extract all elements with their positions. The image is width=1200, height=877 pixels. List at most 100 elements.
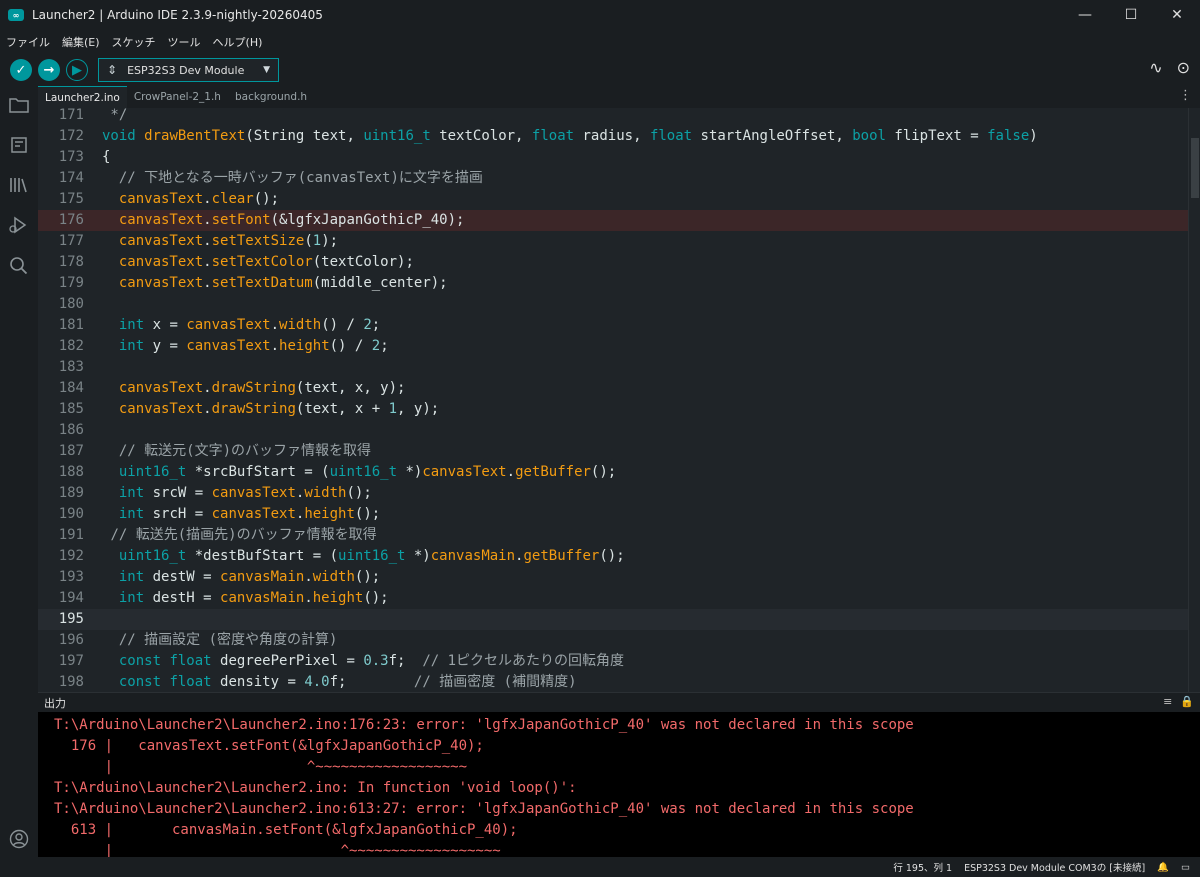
code-line[interactable]: 192 uint16_t *destBufStart = (uint16_t *… [38, 546, 1188, 567]
code-text: int y = canvasText.height() / 2; [118, 338, 389, 354]
line-number: 186 [58, 422, 84, 438]
check-icon: ✓ [15, 62, 27, 78]
notification-icon[interactable]: 🔔 [1157, 862, 1169, 873]
debug-icon[interactable] [8, 214, 30, 236]
menu-sketch[interactable]: スケッチ [112, 34, 156, 50]
code-text: canvasText.setFont(&lgfxJapanGothicP_40)… [118, 212, 465, 228]
code-line[interactable]: 194 int destH = canvasMain.height(); [38, 588, 1188, 609]
code-line[interactable]: 175 canvasText.clear(); [38, 189, 1188, 210]
code-line[interactable]: 198 const float density = 4.0f; // 描画密度 … [38, 672, 1188, 692]
code-text: canvasText.drawString(text, x, y); [118, 380, 406, 396]
code-text: const float degreePerPixel = 0.3f; // 1ピ… [118, 653, 625, 669]
line-number: 181 [58, 317, 84, 333]
more-icon[interactable]: ⋮ [1179, 88, 1192, 103]
output-title: 出力 [44, 696, 66, 710]
code-line[interactable]: 183 [38, 357, 1188, 378]
debug-button[interactable]: ▶ [66, 59, 88, 81]
code-line[interactable]: 187 // 転送元(文字)のバッファ情報を取得 [38, 441, 1188, 462]
clear-output-icon[interactable]: ≡ [1163, 695, 1172, 708]
code-line[interactable]: 186 [38, 420, 1188, 441]
serial-plotter-icon[interactable]: ∿ [1149, 58, 1162, 77]
code-line[interactable]: 188 uint16_t *srcBufStart = (uint16_t *)… [38, 462, 1188, 483]
code-line[interactable]: 178 canvasText.setTextColor(textColor); [38, 252, 1188, 273]
code-line[interactable]: 191 // 転送先(描画先)のバッファ情報を取得 [38, 525, 1188, 546]
search-icon[interactable] [8, 254, 30, 276]
line-number: 175 [58, 191, 84, 207]
line-number: 172 [58, 128, 84, 144]
code-line[interactable]: 174 // 下地となる一時バッファ(canvasText)に文字を描画 [38, 168, 1188, 189]
line-number: 177 [58, 233, 84, 249]
line-number: 197 [58, 653, 84, 669]
code-line[interactable]: 193 int destW = canvasMain.width(); [38, 567, 1188, 588]
activity-bar [0, 86, 38, 857]
code-text: canvasText.drawString(text, x + 1, y); [118, 401, 440, 417]
library-icon[interactable] [8, 174, 30, 196]
code-text: */ [102, 108, 128, 123]
code-line[interactable]: 173 { [38, 147, 1188, 168]
tab-crowpanel-h[interactable]: CrowPanel-2_1.h [126, 86, 228, 108]
line-number: 174 [58, 170, 84, 186]
code-line[interactable]: 190 int srcH = canvasText.height(); [38, 504, 1188, 525]
serial-monitor-icon[interactable]: ⊙ [1177, 58, 1190, 77]
arduino-logo-icon: ∞ [8, 9, 24, 21]
code-line[interactable]: 196 // 描画設定 (密度や角度の計算) [38, 630, 1188, 651]
code-line[interactable]: 172 void drawBentText(String text, uint16… [38, 126, 1188, 147]
board-selector[interactable]: ⇕ ESP32S3 Dev Module ▼ [98, 58, 279, 82]
cursor-position: 行 195、列 1 [893, 863, 953, 874]
debug-play-icon: ▶ [72, 62, 82, 78]
scroll-thumb[interactable] [1191, 138, 1199, 198]
code-line[interactable]: 180 [38, 294, 1188, 315]
menu-file[interactable]: ファイル [6, 34, 50, 50]
menu-bar: ファイル 編集(E) スケッチ ツール ヘルプ(H) [0, 30, 1200, 54]
upload-button[interactable]: → [38, 59, 60, 81]
code-text: uint16_t *destBufStart = (uint16_t *)can… [118, 548, 625, 564]
minimize-button[interactable]: — [1062, 0, 1108, 30]
arrow-right-icon: → [43, 62, 55, 78]
code-text: int x = canvasText.width() / 2; [118, 317, 381, 333]
code-line[interactable]: 182 int y = canvasText.height() / 2; [38, 336, 1188, 357]
close-button[interactable]: ✕ [1154, 0, 1200, 30]
code-line[interactable]: 181 int x = canvasText.width() / 2; [38, 315, 1188, 336]
account-icon[interactable] [8, 828, 30, 850]
verify-button[interactable]: ✓ [10, 59, 32, 81]
line-number: 193 [58, 569, 84, 585]
menu-tools[interactable]: ツール [168, 34, 201, 50]
maximize-button[interactable]: ☐ [1108, 0, 1154, 30]
output-line: T:\Arduino\Launcher2\Launcher2.ino:176:2… [54, 717, 914, 733]
menu-edit[interactable]: 編集(E) [62, 34, 100, 50]
window-title: Launcher2 | Arduino IDE 2.3.9-nightly-20… [32, 8, 323, 22]
tab-background-h[interactable]: background.h [227, 86, 315, 108]
code-text: uint16_t *srcBufStart = (uint16_t *)canv… [118, 464, 617, 480]
line-number: 195 [58, 611, 84, 627]
code-line[interactable]: 189 int srcW = canvasText.width(); [38, 483, 1188, 504]
editor-scrollbar[interactable] [1188, 108, 1200, 692]
lock-scroll-icon[interactable]: 🔒 [1180, 695, 1194, 708]
code-line[interactable]: 171 */ [38, 108, 1188, 126]
code-text: int srcH = canvasText.height(); [118, 506, 381, 522]
code-line[interactable]: 197 const float degreePerPixel = 0.3f; /… [38, 651, 1188, 672]
code-line[interactable]: 177 canvasText.setTextSize(1); [38, 231, 1188, 252]
line-number: 194 [58, 590, 84, 606]
code-line[interactable]: 176 canvasText.setFont(&lgfxJapanGothicP… [38, 210, 1188, 231]
line-number: 180 [58, 296, 84, 312]
code-line[interactable]: 195 [38, 609, 1188, 630]
output-console[interactable]: T:\Arduino\Launcher2\Launcher2.ino:176:2… [38, 712, 1200, 857]
code-line[interactable]: 179 canvasText.setTextDatum(middle_cente… [38, 273, 1188, 294]
usb-icon: ⇕ [107, 63, 118, 77]
code-text: canvasText.setTextColor(textColor); [118, 254, 414, 270]
line-number: 183 [58, 359, 84, 375]
editor-tabs: Launcher2.ino CrowPanel-2_1.h background… [38, 86, 1200, 108]
board-icon[interactable] [8, 134, 30, 156]
board-port-status[interactable]: ESP32S3 Dev Module COM3の [未接続] [964, 860, 1145, 874]
menu-help[interactable]: ヘルプ(H) [213, 34, 263, 50]
line-number: 182 [58, 338, 84, 354]
tab-launcher2-ino[interactable]: Launcher2.ino [38, 86, 127, 108]
output-line: T:\Arduino\Launcher2\Launcher2.ino: In f… [54, 780, 577, 796]
code-editor[interactable]: 171 */ 172 void drawBentText(String text, … [38, 108, 1200, 692]
code-line[interactable]: 184 canvasText.drawString(text, x, y); [38, 378, 1188, 399]
code-text: // 描画設定 (密度や角度の計算) [118, 632, 338, 648]
folder-icon[interactable] [8, 94, 30, 116]
toggle-panel-icon[interactable]: ▭ [1181, 862, 1190, 873]
code-text: int srcW = canvasText.width(); [118, 485, 372, 501]
code-line[interactable]: 185 canvasText.drawString(text, x + 1, y… [38, 399, 1188, 420]
